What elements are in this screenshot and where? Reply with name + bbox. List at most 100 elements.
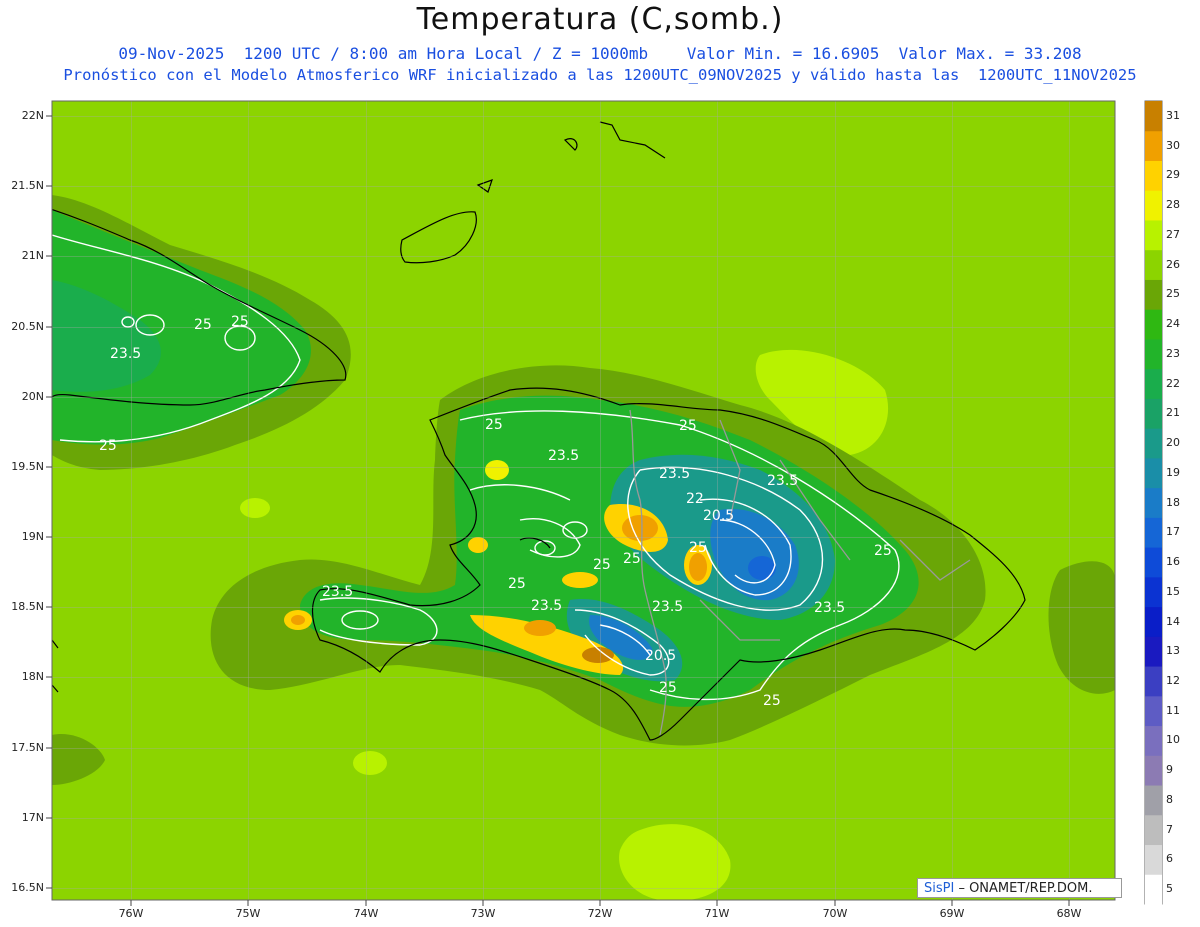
lat-label: 22N xyxy=(21,109,44,122)
colorbar-label: 18 xyxy=(1166,495,1180,509)
contour-label: 23.5 xyxy=(652,599,683,615)
lat-label: 16.5N xyxy=(11,881,44,894)
contour-label: 25 xyxy=(194,317,212,333)
contour-label: 25 xyxy=(99,438,117,454)
contour-label: 25 xyxy=(593,557,611,573)
hot-band-core1 xyxy=(524,620,556,636)
colorbar-swatch xyxy=(1145,101,1162,132)
colorbar-swatch xyxy=(1145,666,1162,697)
lat-label: 17N xyxy=(21,811,44,824)
lat-label: 19N xyxy=(21,530,44,543)
colorbar-label: 16 xyxy=(1166,555,1180,568)
colorbar-swatch xyxy=(1145,249,1162,280)
colorbar-label: 7 xyxy=(1166,822,1173,836)
hot-spot-west-core xyxy=(291,615,305,625)
colorbar-swatch xyxy=(1145,309,1162,340)
contour-label: 25 xyxy=(508,576,526,592)
colorbar-label: 28 xyxy=(1166,198,1180,212)
colorbar-swatch xyxy=(1145,547,1162,578)
colorbar-swatch xyxy=(1145,755,1162,786)
lon-label: 68W xyxy=(1056,907,1082,920)
lat-label: 18N xyxy=(21,670,44,683)
colorbar-label: 10 xyxy=(1166,733,1180,747)
lat-label: 20N xyxy=(21,390,44,403)
credit-text: – ONAMET/REP.DOM. xyxy=(954,881,1093,896)
lat-label: 20.5N xyxy=(11,320,44,333)
contour-label: 25 xyxy=(659,680,677,696)
contour-label: 25 xyxy=(679,418,697,434)
contour-label: 20.5 xyxy=(703,508,734,524)
colorbar-label: 31 xyxy=(1166,108,1180,122)
colorbar-swatch xyxy=(1145,725,1162,756)
colorbar-swatch xyxy=(1145,219,1162,251)
colorbar-swatch xyxy=(1145,398,1162,429)
colorbar-label: 5 xyxy=(1166,882,1173,896)
lon-label: 76W xyxy=(118,907,144,920)
colorbar-swatch xyxy=(1145,636,1162,667)
map-subtitle-run: 09-Nov-2025 1200 UTC / 8:00 am Hora Loca… xyxy=(118,44,1082,63)
hot-spot-w2 xyxy=(468,537,488,553)
colorbar-swatch xyxy=(1145,368,1162,399)
colorbar-label: 25 xyxy=(1166,287,1180,301)
colorbar-swatch xyxy=(1145,130,1162,161)
colorbar-swatch xyxy=(1145,874,1162,905)
map-title: Temperatura (C,somb.) xyxy=(416,2,784,37)
colorbar-swatch xyxy=(1145,487,1162,518)
contour-label: 23.5 xyxy=(110,346,141,362)
contour-label: 25 xyxy=(874,543,892,559)
colorbar-label: 24 xyxy=(1166,317,1180,331)
colorbar-label: 21 xyxy=(1166,406,1180,420)
colorbar-swatch xyxy=(1145,814,1162,846)
lat-label: 21.5N xyxy=(11,179,44,192)
colorbar-label: 15 xyxy=(1166,584,1180,598)
colorbar-label: 17 xyxy=(1166,525,1180,539)
colorbar-swatch xyxy=(1145,695,1162,727)
colorbar xyxy=(1145,101,1162,905)
hot-spot-b-core xyxy=(689,553,707,581)
contour-label: 25 xyxy=(485,417,503,433)
colorbar-label: 19 xyxy=(1166,465,1180,479)
colorbar-label: 8 xyxy=(1166,792,1173,806)
lat-label: 17.5N xyxy=(11,741,44,754)
colorbar-label: 13 xyxy=(1166,644,1180,658)
colorbar-swatch xyxy=(1145,457,1162,489)
colorbar-label: 6 xyxy=(1166,852,1173,866)
lat-label: 19.5N xyxy=(11,460,44,473)
colorbar-swatch xyxy=(1145,338,1162,370)
lon-label: 72W xyxy=(587,907,613,920)
colorbar-swatch xyxy=(1145,517,1162,548)
colorbar-label: 9 xyxy=(1166,763,1173,777)
lon-label: 73W xyxy=(470,907,496,920)
colorbar-label: 30 xyxy=(1166,138,1180,152)
contour-label: 23.5 xyxy=(814,600,845,616)
colorbar-label: 23 xyxy=(1166,346,1180,360)
lon-label: 75W xyxy=(235,907,261,920)
lon-label: 70W xyxy=(822,907,848,920)
contour-label: 23.5 xyxy=(531,598,562,614)
colorbar-swatch xyxy=(1145,160,1162,191)
lon-label: 69W xyxy=(939,907,965,920)
lon-label: 71W xyxy=(704,907,730,920)
contour-label: 23.5 xyxy=(548,448,579,464)
colorbar-label: 26 xyxy=(1166,257,1180,271)
map-subtitle-model: Pronóstico con el Modelo Atmosferico WRF… xyxy=(63,66,1137,84)
contour-label: 23.5 xyxy=(322,584,353,600)
colorbar-swatch xyxy=(1145,428,1162,459)
lat-label: 18.5N xyxy=(11,600,44,613)
contour-label: 22 xyxy=(686,491,704,507)
colorbar-swatch xyxy=(1145,844,1162,875)
colorbar-label: 12 xyxy=(1166,673,1180,687)
colorbar-label: 27 xyxy=(1166,227,1180,241)
warm-patch-small2 xyxy=(240,498,270,518)
colorbar-label: 20 xyxy=(1166,436,1180,449)
contour-label: 25 xyxy=(689,540,707,556)
credit-box: SisPI – ONAMET/REP.DOM. xyxy=(917,878,1122,898)
hot-spot-nw xyxy=(485,460,509,480)
contour-label: 23.5 xyxy=(659,466,690,482)
lat-label: 21N xyxy=(21,249,44,262)
colorbar-swatch xyxy=(1145,606,1162,637)
contour-label: 20.5 xyxy=(645,648,676,664)
contour-label: 25 xyxy=(623,551,641,567)
hot-spot-mid xyxy=(562,572,598,588)
colorbar-label: 14 xyxy=(1166,614,1180,628)
